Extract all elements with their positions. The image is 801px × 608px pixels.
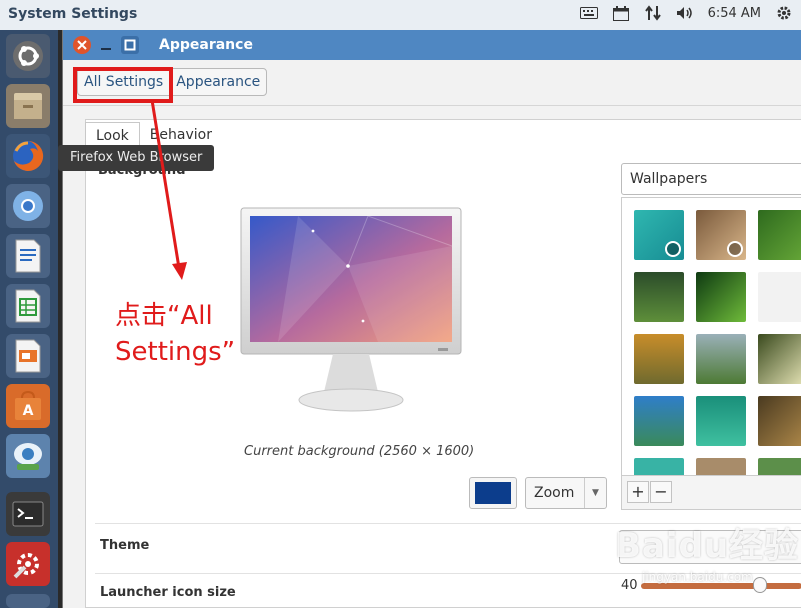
- wallpaper-thumb[interactable]: [696, 458, 746, 475]
- wallpaper-thumb[interactable]: [634, 210, 684, 260]
- calc-icon[interactable]: [6, 284, 50, 328]
- chromium-icon[interactable]: [6, 184, 50, 228]
- launcher: A: [0, 30, 58, 608]
- theme-label: Theme: [100, 538, 150, 553]
- baidu-watermark: Baidu经验: [615, 526, 800, 566]
- background-caption: Current background (2560 × 1600): [244, 444, 475, 459]
- wallpaper-thumb[interactable]: [758, 272, 801, 322]
- clock-icon: [665, 241, 681, 257]
- wallpaper-thumb[interactable]: [634, 396, 684, 446]
- wallpaper-thumb[interactable]: [634, 458, 684, 475]
- calendar-icon[interactable]: [612, 5, 630, 21]
- volume-icon[interactable]: [676, 5, 694, 21]
- writer-icon[interactable]: [6, 234, 50, 278]
- software-center-icon[interactable]: A: [6, 384, 50, 428]
- wallpaper-thumb[interactable]: [758, 396, 801, 446]
- minimize-button[interactable]: [97, 36, 115, 54]
- background-color-button[interactable]: [469, 477, 517, 509]
- wallpaper-thumb[interactable]: [696, 272, 746, 322]
- slider-handle[interactable]: [753, 577, 767, 593]
- annotation-text: 点击“All Settings”: [115, 298, 235, 370]
- zoom-select[interactable]: Zoom ▼: [525, 477, 607, 509]
- breadcrumb-appearance[interactable]: Appearance: [169, 69, 266, 95]
- add-wallpaper-button[interactable]: +: [627, 481, 649, 503]
- wallpaper-thumb[interactable]: [758, 334, 801, 384]
- wallpaper-thumb[interactable]: [696, 334, 746, 384]
- icon-size-label: Launcher icon size: [100, 585, 236, 600]
- window-title: Appearance: [159, 37, 253, 53]
- files-icon[interactable]: [6, 84, 50, 128]
- window-titlebar[interactable]: Appearance: [63, 30, 801, 60]
- remove-wallpaper-button[interactable]: −: [650, 481, 672, 503]
- close-button[interactable]: [73, 36, 91, 54]
- panel-title: System Settings: [8, 6, 138, 22]
- gear-icon[interactable]: [775, 5, 793, 21]
- wallpaper-thumb[interactable]: [696, 210, 746, 260]
- impress-icon[interactable]: [6, 334, 50, 378]
- network-icon[interactable]: [644, 5, 662, 21]
- color-swatch: [475, 482, 511, 504]
- wallpaper-toolbar: + −: [621, 476, 801, 510]
- wallpaper-source-select[interactable]: Wallpapers: [621, 163, 801, 195]
- system-tray: 6:54 AM: [579, 5, 793, 21]
- terminal-icon[interactable]: [6, 492, 50, 536]
- highlight-box: [73, 67, 173, 103]
- annotation-line-1: 点击“All: [115, 301, 213, 331]
- launcher-item-partial[interactable]: [6, 594, 50, 608]
- system-settings-icon[interactable]: [6, 542, 50, 586]
- wallpaper-thumb[interactable]: [758, 458, 801, 475]
- icon-size-value: 40: [621, 578, 638, 593]
- wallpaper-thumb[interactable]: [634, 334, 684, 384]
- background-preview: [240, 207, 462, 412]
- firefox-icon[interactable]: [6, 134, 50, 178]
- ubuntu-dash-icon[interactable]: [6, 34, 50, 78]
- clock[interactable]: 6:54 AM: [708, 6, 761, 21]
- maximize-button[interactable]: [121, 36, 139, 54]
- annotation-line-2: Settings”: [115, 337, 236, 367]
- clock-icon: [727, 241, 743, 257]
- annotation-arrow: [150, 100, 187, 280]
- chevron-down-icon: ▼: [584, 478, 606, 508]
- svg-text:A: A: [23, 403, 34, 419]
- wallpaper-thumb[interactable]: [634, 272, 684, 322]
- top-panel: System Settings 6:54 AM: [0, 0, 801, 30]
- wallpaper-grid: [621, 197, 801, 476]
- wallpaper-thumb[interactable]: [696, 396, 746, 446]
- wallpaper-thumb[interactable]: [758, 210, 801, 260]
- keyboard-icon[interactable]: [579, 5, 598, 21]
- baidu-watermark-url: jingyan.baidu.com: [642, 570, 753, 584]
- remmina-icon[interactable]: [6, 434, 50, 478]
- zoom-value: Zoom: [534, 485, 575, 501]
